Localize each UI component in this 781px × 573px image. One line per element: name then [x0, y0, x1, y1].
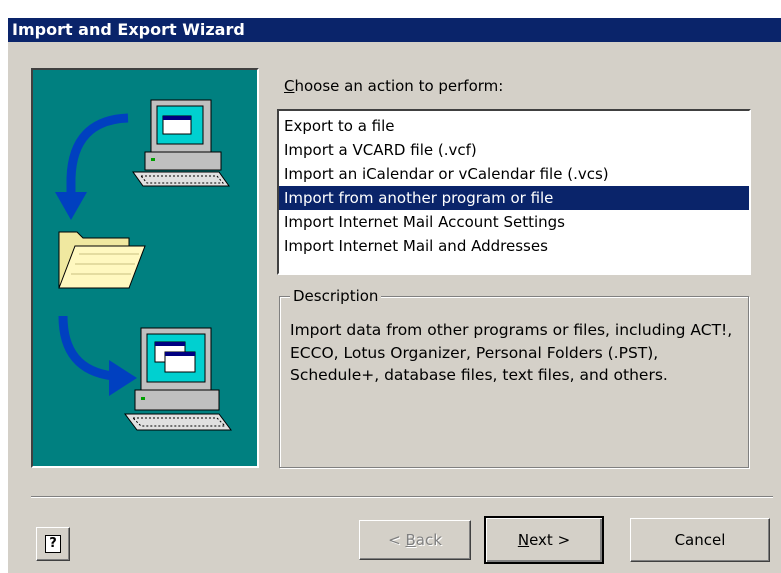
back-label: ack [415, 531, 442, 549]
list-item-import-vcard[interactable]: Import a VCARD file (.vcf) [279, 138, 749, 162]
computer-icon [124, 327, 232, 431]
arrow-curve-right-icon [58, 315, 137, 396]
choose-action-label: Choose an action to perform: [284, 77, 503, 95]
list-item-export-file[interactable]: Export to a file [279, 114, 749, 138]
folder-icon [58, 231, 146, 289]
back-button[interactable]: < Back [359, 520, 471, 560]
button-separator [31, 496, 773, 498]
title-bar[interactable]: Import and Export Wizard [8, 18, 781, 42]
list-item-import-icalendar[interactable]: Import an iCalendar or vCalendar file (.… [279, 162, 749, 186]
window-title: Import and Export Wizard [12, 20, 245, 39]
list-item-import-other-program[interactable]: Import from another program or file [279, 186, 749, 210]
next-button[interactable]: Next > [484, 516, 604, 564]
desktop-top-strip [0, 0, 781, 18]
desktop-left-strip [0, 18, 8, 573]
description-text: Import data from other programs or files… [290, 321, 733, 384]
choose-action-text: hoose an action to perform: [294, 77, 504, 95]
wizard-illustration [31, 68, 259, 468]
back-prefix: < [388, 531, 406, 549]
cancel-button[interactable]: Cancel [630, 518, 770, 562]
arrow-down-left-icon [55, 113, 129, 220]
next-accesskey: N [517, 531, 530, 549]
description-groupbox: Description Import data from other progr… [279, 286, 749, 468]
action-listbox[interactable]: Export to a file Import a VCARD file (.v… [277, 109, 751, 275]
computer-icon [132, 99, 230, 187]
back-accesskey: B [405, 531, 416, 549]
choose-action-accesskey: C [284, 77, 295, 95]
description-legend: Description [290, 286, 382, 306]
list-item-import-mail-settings[interactable]: Import Internet Mail Account Settings [279, 210, 749, 234]
help-icon: ? [45, 535, 61, 553]
list-item-import-mail-addresses[interactable]: Import Internet Mail and Addresses [279, 234, 749, 258]
help-button[interactable]: ? [36, 527, 70, 561]
next-label: ext > [529, 531, 571, 549]
